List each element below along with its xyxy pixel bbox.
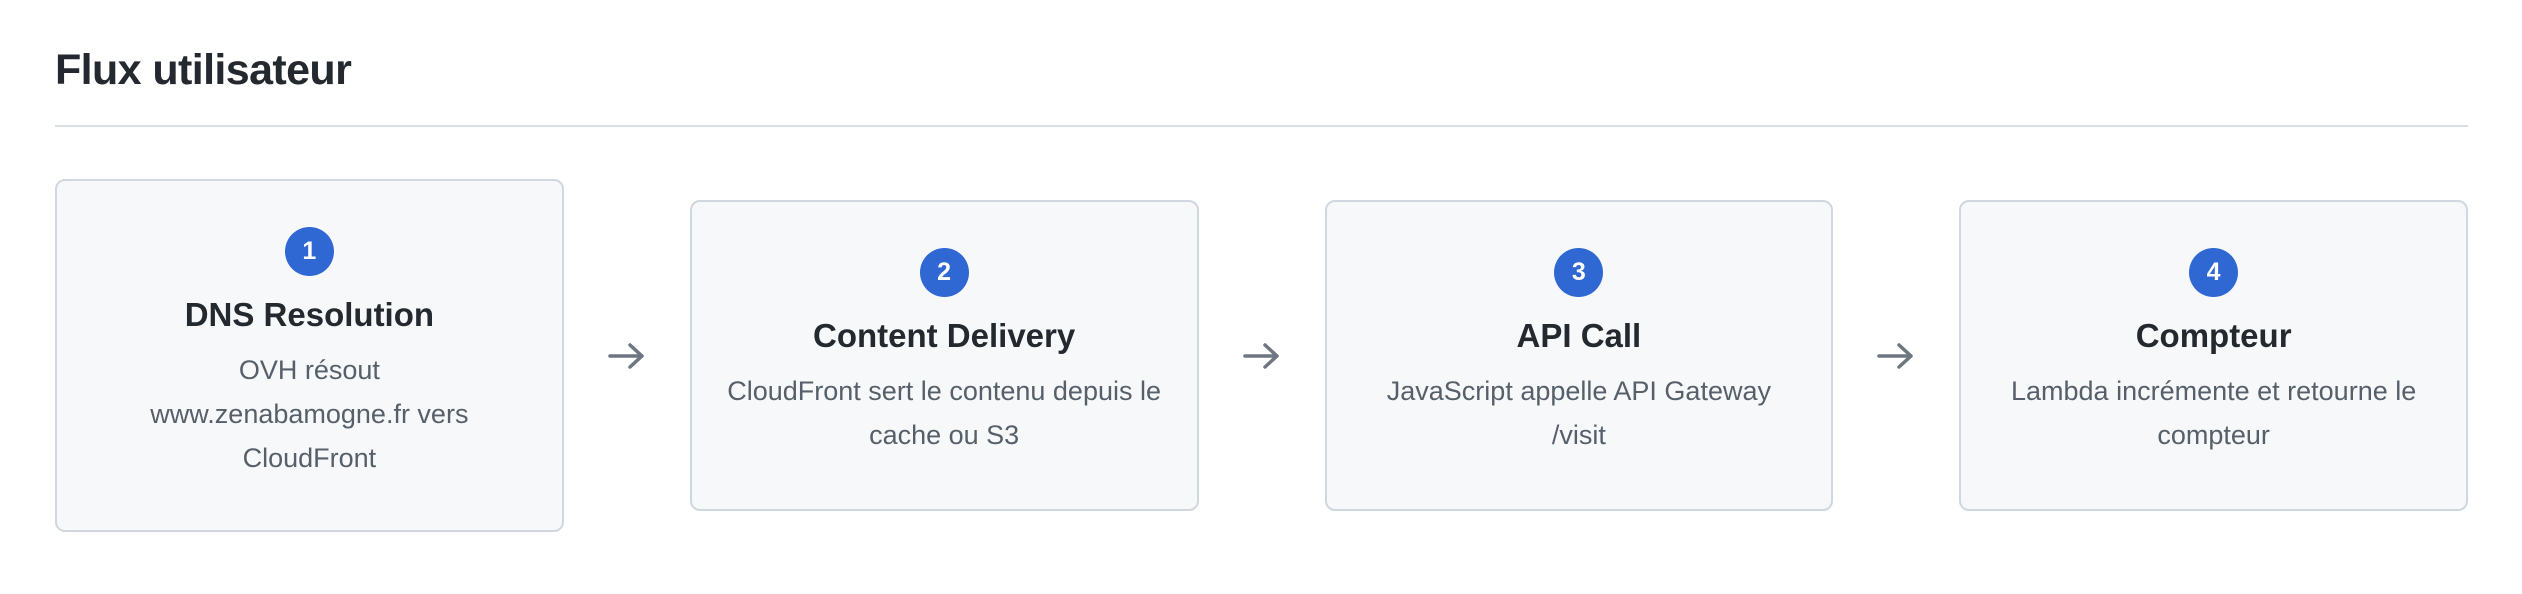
step-title: Compteur [2135,317,2292,354]
arrow-right-icon [1199,341,1325,371]
step-description: Lambda incrémente et retourne le compteu… [2011,376,2417,450]
step-card-dns-resolution: 1 DNS Resolution OVH résout www.zenabamo… [55,179,564,532]
step-description: OVH résout www.zenabamogne.fr vers Cloud… [150,355,469,473]
step-number-badge: 4 [2189,248,2239,297]
arrow-right-icon [564,341,690,371]
title-divider [55,125,2468,127]
arrow-right-icon-graphic [1877,342,1913,369]
step-title: API Call [1516,317,1642,354]
step-card-compteur: 4 Compteur Lambda incrémente et retourne… [1959,200,2468,511]
step-card-content-delivery: 2 Content Delivery CloudFront sert le co… [689,200,1199,511]
step-title: DNS Resolution [184,296,435,333]
step-description: JavaScript appelle API Gateway /visit [1386,376,1771,450]
arrow-right-icon-graphic [608,342,644,369]
step-number-badge: 1 [284,227,334,276]
step-title: Content Delivery [813,317,1076,354]
user-flow-diagram: 1 DNS Resolution OVH résout www.zenabamo… [55,179,2468,532]
step-number-badge: 3 [1554,248,1604,297]
page-title: Flux utilisateur [55,46,352,94]
step-number-badge: 2 [919,248,969,297]
step-card-api-call: 3 API Call JavaScript appelle API Gatewa… [1324,200,1834,511]
arrow-right-icon [1833,341,1959,371]
step-description: CloudFront sert le contenu depuis le cac… [727,376,1161,450]
arrow-right-icon-graphic [1242,342,1279,369]
